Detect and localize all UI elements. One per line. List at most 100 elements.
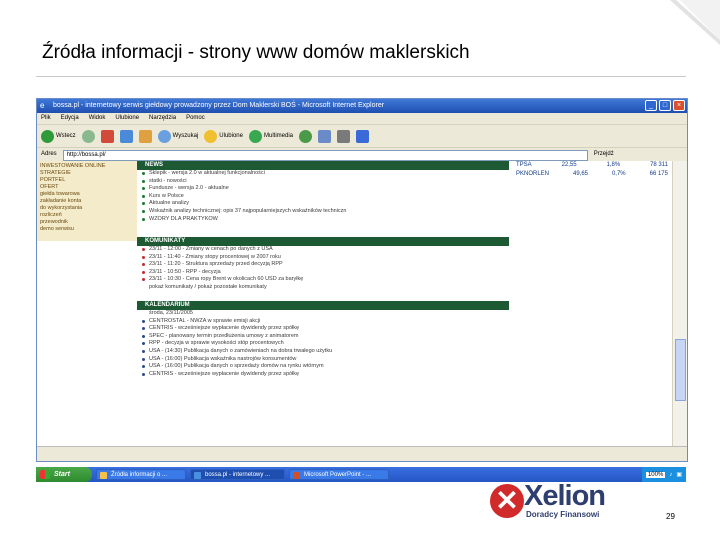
stop-icon[interactable] — [100, 129, 114, 143]
news-item[interactable]: Sklepik - wersja 2.0 w aktualnej funkcjo… — [137, 170, 509, 178]
news-section: NEWS Sklepik - wersja 2.0 w aktualnej fu… — [137, 161, 509, 223]
media-icon — [248, 129, 262, 143]
section-heading: KALENDARIUM — [137, 301, 509, 310]
announcement-item[interactable]: 23/11 - 12:00 - Zmiany w cenach po danyc… — [137, 246, 509, 254]
calendar-item[interactable]: CENTRIS - wcześniejsze wypłacenie dywide… — [137, 325, 509, 333]
stock-price: 49,65 — [572, 171, 588, 177]
favorites-button[interactable]: Ulubione — [204, 129, 243, 143]
history-icon[interactable] — [299, 129, 312, 143]
bullet-icon — [142, 217, 145, 221]
search-label: Wyszukaj — [172, 133, 199, 139]
calendar-item[interactable]: USA - (16:00) Publikacja wskaźnika nastr… — [137, 356, 509, 364]
taskbar-item[interactable]: Źródła informacji o ... — [96, 469, 186, 480]
stock-volume: 78 311 — [650, 162, 668, 168]
bullet-icon — [142, 202, 145, 206]
menu-tools[interactable]: Narzędzia — [149, 113, 176, 124]
close-button[interactable]: × — [673, 100, 685, 111]
menu-edit[interactable]: Edycja — [61, 113, 79, 124]
start-button[interactable]: Start — [36, 467, 92, 482]
nav-item[interactable]: PORTFEL — [40, 177, 134, 184]
stock-row[interactable]: TPSA 22,55 1,8% 78 311 — [512, 161, 672, 170]
nav-item[interactable]: STRATEGIE — [40, 170, 134, 177]
calendar-item[interactable]: USA - (16:00) Publikacja danych o sprzed… — [137, 363, 509, 371]
edit-icon[interactable] — [356, 129, 369, 143]
volume-icon[interactable]: ♪ — [669, 472, 672, 478]
mail-icon[interactable] — [318, 129, 331, 143]
stock-price: 22,55 — [561, 162, 577, 168]
menu-file[interactable]: Plik — [41, 113, 51, 124]
stock-row[interactable]: PKNORLEN 49,65 0,7% 66 175 — [512, 170, 672, 179]
go-button[interactable]: Przejdź — [594, 148, 614, 161]
nav-item[interactable]: przewodnik — [40, 219, 134, 226]
back-label: Wstecz — [56, 133, 76, 139]
news-item[interactable]: Aktualne analizy — [137, 200, 509, 208]
nav-item[interactable]: rozliczeń — [40, 212, 134, 219]
multimedia-button[interactable]: Multimedia — [248, 129, 293, 143]
news-item[interactable]: Fundusze - wersja 2.0 - aktualne — [137, 185, 509, 193]
news-item[interactable]: Kurs w Polsce — [137, 193, 509, 201]
window-title: bossa.pl - internetowy serwis giełdowy p… — [53, 102, 385, 109]
calendar-item[interactable]: SPEC - planowany termin przedłużenia umo… — [137, 333, 509, 341]
more-announcements-link[interactable]: pokaż komunikaty / pokaż pozostałe komun… — [137, 284, 509, 292]
announcement-item[interactable]: 23/11 - 10:30 - Cena ropy Brent w okolic… — [137, 276, 509, 284]
multimedia-label: Multimedia — [263, 133, 293, 139]
back-arrow-icon — [41, 129, 54, 143]
menu-favorites[interactable]: Ulubione — [115, 113, 139, 124]
nav-item[interactable]: OFERT — [40, 184, 134, 191]
home-icon[interactable] — [138, 129, 152, 143]
address-bar: Adres http://bossa.pl/ Przejdź — [37, 148, 687, 162]
print-icon[interactable] — [337, 129, 350, 143]
calendar-item[interactable]: CENTROSTAL - NWZA w sprawie emisji akcji — [137, 318, 509, 326]
favorites-label: Ulubione — [219, 133, 243, 139]
browser-toolbar: Wstecz Wyszukaj Ulubione Multimedia — [37, 125, 687, 148]
calendar-item[interactable]: RPP - decyzja w sprawie wysokości stóp p… — [137, 340, 509, 348]
nav-item[interactable]: do wykorzystania — [40, 205, 134, 212]
minimize-button[interactable]: _ — [645, 100, 657, 111]
taskbar-item-active[interactable]: bossa.pl - internetowy ... — [190, 469, 285, 480]
address-label: Adres — [41, 151, 57, 157]
calendar-item[interactable]: CENTRIS - wcześniejsze wypłacenie dywide… — [137, 371, 509, 379]
window-titlebar[interactable]: e bossa.pl - internetowy serwis giełdowy… — [37, 99, 687, 113]
calendar-date: środa, 23/11/2005 — [137, 310, 509, 318]
ie-icon: e — [40, 101, 45, 110]
browser-window[interactable]: e bossa.pl - internetowy serwis giełdowy… — [36, 98, 688, 462]
back-button[interactable]: Wstecz — [41, 129, 76, 143]
announcement-item[interactable]: 23/11 - 11:40 - Zmiany stopy procentowej… — [137, 254, 509, 262]
announcement-item[interactable]: 23/11 - 10:50 - RPP - decyzja — [137, 269, 509, 277]
star-icon — [204, 129, 218, 143]
nav-item[interactable]: demo serwisu — [40, 226, 134, 233]
nav-item[interactable]: zakładanie konta — [40, 198, 134, 205]
news-item[interactable]: Wskaźnik analizy technicznej: opis 37 na… — [137, 208, 509, 216]
announcement-item[interactable]: 23/11 - 11:20 - Struktura sprzedaży prze… — [137, 261, 509, 269]
news-text: WZORY DLA PRAKTYKÓW — [149, 215, 218, 222]
address-input[interactable]: http://bossa.pl/ — [62, 150, 588, 161]
nav-item[interactable]: INWESTOWANIE ONLINE — [40, 163, 134, 170]
stock-change: 1,8% — [606, 162, 621, 168]
search-button[interactable]: Wyszukaj — [157, 129, 199, 143]
forward-arrow-icon[interactable] — [81, 129, 95, 143]
network-icon[interactable]: ▣ — [676, 471, 682, 478]
search-icon — [157, 129, 171, 143]
calendar-text: RPP - decyzja w sprawie wysokości stóp p… — [149, 340, 284, 347]
maximize-button[interactable]: □ — [659, 100, 671, 111]
scrollbar-thumb[interactable] — [675, 339, 686, 401]
nav-item[interactable]: giełda towarowa — [40, 191, 134, 198]
logo-wordmark: Xelion — [524, 480, 606, 512]
more-link-text: pokaż komunikaty / pokaż pozostałe komun… — [149, 283, 267, 290]
taskbar-item[interactable]: Microsoft PowerPoint - ... — [289, 469, 389, 480]
menu-view[interactable]: Widok — [89, 113, 106, 124]
xelion-logo: ✕ Xelion Doradcy Finansowi — [490, 480, 640, 522]
news-item[interactable]: statki - nowości — [137, 178, 509, 186]
bullet-icon — [142, 319, 145, 323]
vertical-scrollbar[interactable] — [672, 161, 687, 446]
news-item[interactable]: WZORY DLA PRAKTYKÓW — [137, 216, 509, 224]
powerpoint-icon — [293, 472, 300, 479]
menu-help[interactable]: Pomoc — [186, 113, 205, 124]
stock-name: PKNORLEN — [516, 171, 550, 177]
announcements-section: KOMUNIKATY 23/11 - 12:00 - Zmiany w cena… — [137, 237, 509, 292]
refresh-icon[interactable] — [119, 129, 133, 143]
stock-volume: 66 175 — [649, 171, 668, 177]
calendar-item[interactable]: USA - (14:30) Publikacja danych o zamówi… — [137, 348, 509, 356]
bullet-icon — [142, 342, 145, 346]
zoom-level[interactable]: 100% — [645, 471, 666, 478]
